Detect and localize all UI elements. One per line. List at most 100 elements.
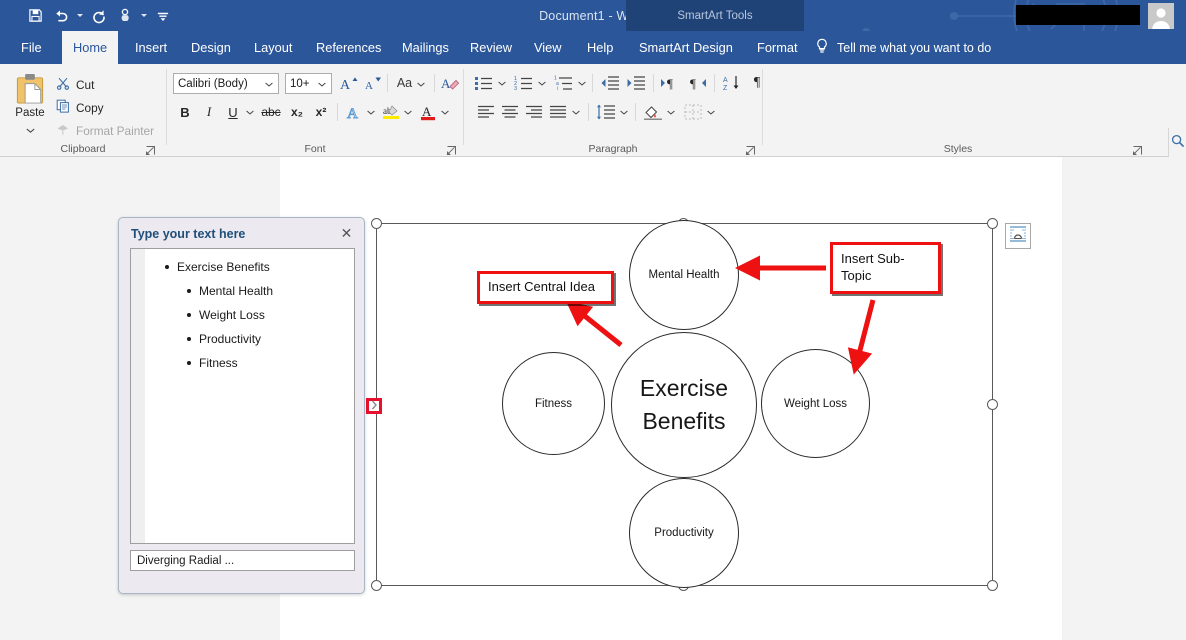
text-pane-body[interactable]: Exercise Benefits Mental Health Weight L… — [130, 248, 355, 544]
borders-dropdown-icon[interactable] — [705, 101, 717, 123]
tab-mailings[interactable]: Mailings — [391, 31, 460, 64]
tab-file[interactable]: File — [10, 31, 53, 64]
resize-handle-middle-right[interactable] — [987, 399, 998, 410]
text-pane-item-exercise-benefits[interactable]: Exercise Benefits — [165, 260, 270, 274]
text-pane-item-productivity[interactable]: Productivity — [187, 332, 261, 346]
tab-references[interactable]: References — [305, 31, 392, 64]
smartart-node-mental-health[interactable]: Mental Health — [629, 220, 739, 330]
underline-dropdown-icon[interactable] — [244, 101, 256, 123]
para-separator-2 — [653, 74, 654, 92]
tab-smartart-design[interactable]: SmartArt Design — [628, 31, 744, 64]
numbering-icon[interactable]: 123 — [512, 72, 536, 94]
shading-dropdown-icon[interactable] — [665, 101, 677, 123]
tab-review[interactable]: Review — [459, 31, 523, 64]
ribbon: Paste Cut Copy Format Painter Clipboard — [0, 64, 1186, 221]
shrink-font-button[interactable]: A — [361, 72, 383, 94]
bullets-icon[interactable] — [472, 72, 496, 94]
bullets-dropdown-icon[interactable] — [496, 72, 508, 94]
copy-label: Copy — [76, 100, 104, 115]
italic-button[interactable]: I — [198, 101, 220, 123]
styles-dialog-launcher-icon[interactable] — [1132, 143, 1143, 156]
customize-qat-icon[interactable] — [150, 3, 176, 28]
tab-view[interactable]: View — [523, 31, 573, 64]
font-name-dropdown-icon[interactable] — [262, 78, 276, 90]
clipboard-dialog-launcher-icon[interactable] — [145, 143, 156, 156]
undo-icon[interactable] — [48, 3, 74, 28]
line-spacing-icon[interactable] — [594, 101, 618, 123]
line-spacing-dropdown-icon[interactable] — [618, 101, 630, 123]
smartart-node-weight-loss[interactable]: Weight Loss — [761, 349, 870, 458]
shading-icon[interactable] — [641, 101, 665, 123]
subscript-button[interactable]: x₂ — [285, 101, 309, 123]
font-color-icon[interactable]: A — [417, 101, 439, 123]
resize-handle-bottom-left[interactable] — [371, 580, 382, 591]
justify-icon[interactable] — [546, 101, 570, 123]
search-icon[interactable] — [1171, 134, 1185, 153]
decrease-indent-icon[interactable] — [598, 72, 622, 94]
grow-font-button[interactable]: A — [337, 72, 359, 94]
align-center-icon[interactable] — [498, 101, 522, 123]
resize-handle-bottom-right[interactable] — [987, 580, 998, 591]
tab-layout[interactable]: Layout — [243, 31, 303, 64]
close-icon[interactable]: ✕ — [338, 225, 355, 242]
font-dialog-launcher-icon[interactable] — [446, 143, 457, 156]
superscript-button[interactable]: x² — [309, 101, 333, 123]
underline-button[interactable]: U — [222, 101, 244, 123]
tab-insert[interactable]: Insert — [124, 31, 178, 64]
rtl-text-icon[interactable]: ¶ — [686, 72, 710, 94]
item-label: Exercise Benefits — [177, 260, 270, 274]
bold-button[interactable]: B — [174, 101, 196, 123]
strikethrough-button[interactable]: abc — [259, 101, 283, 123]
multilevel-dropdown-icon[interactable] — [576, 72, 588, 94]
font-color-dropdown-icon[interactable] — [439, 101, 451, 123]
multilevel-list-icon[interactable]: 1ai — [552, 72, 576, 94]
align-left-icon[interactable] — [474, 101, 498, 123]
increase-indent-icon[interactable] — [624, 72, 648, 94]
tab-design[interactable]: Design — [180, 31, 242, 64]
touch-mode-dropdown-icon[interactable] — [138, 3, 150, 28]
font-size-combobox[interactable]: 10+ — [285, 73, 332, 94]
chevron-right-icon — [371, 397, 378, 415]
borders-icon[interactable] — [681, 101, 705, 123]
save-icon[interactable] — [22, 3, 48, 28]
cut-button[interactable]: Cut — [56, 74, 94, 95]
text-pane-item-fitness[interactable]: Fitness — [187, 356, 238, 370]
font-size-dropdown-icon[interactable] — [315, 78, 329, 90]
tell-me-box[interactable]: Tell me what you want to do — [815, 31, 991, 64]
paragraph-dialog-launcher-icon[interactable] — [745, 143, 756, 156]
tab-format[interactable]: Format — [746, 31, 809, 64]
undo-dropdown-icon[interactable] — [74, 3, 86, 28]
change-case-button[interactable]: Aa — [393, 72, 429, 94]
text-effects-dropdown-icon[interactable] — [365, 101, 377, 123]
align-dropdown-icon[interactable] — [570, 101, 582, 123]
sort-icon[interactable]: AZ — [720, 72, 744, 94]
copy-button[interactable]: Copy — [56, 97, 104, 118]
tab-home[interactable]: Home — [62, 31, 119, 64]
paste-dropdown-icon[interactable] — [25, 120, 35, 138]
layout-options-button[interactable] — [1005, 223, 1031, 249]
smartart-node-fitness[interactable]: Fitness — [502, 352, 605, 455]
resize-handle-top-right[interactable] — [987, 218, 998, 229]
avatar[interactable] — [1148, 3, 1174, 29]
highlight-dropdown-icon[interactable] — [402, 101, 414, 123]
text-effects-icon[interactable]: A — [343, 101, 365, 123]
ltr-text-icon[interactable]: ¶ — [658, 72, 682, 94]
font-name-combobox[interactable]: Calibri (Body) — [173, 73, 279, 94]
change-case-dropdown-icon[interactable] — [417, 76, 425, 90]
clear-formatting-icon[interactable]: A — [439, 72, 461, 94]
paste-button[interactable]: Paste — [8, 72, 52, 138]
redo-icon[interactable] — [86, 3, 112, 28]
format-painter-button[interactable]: Format Painter — [56, 120, 154, 141]
text-pane-item-mental-health[interactable]: Mental Health — [187, 284, 273, 298]
smartart-center-node[interactable]: Exercise Benefits — [611, 332, 757, 478]
tab-help[interactable]: Help — [576, 31, 624, 64]
styles-group-label: Styles — [943, 143, 973, 155]
text-pane-toggle-button[interactable] — [366, 398, 382, 414]
align-right-icon[interactable] — [522, 101, 546, 123]
touch-mode-icon[interactable] — [112, 3, 138, 28]
resize-handle-top-left[interactable] — [371, 218, 382, 229]
smartart-node-productivity[interactable]: Productivity — [629, 478, 739, 588]
text-pane-item-weight-loss[interactable]: Weight Loss — [187, 308, 265, 322]
numbering-dropdown-icon[interactable] — [536, 72, 548, 94]
highlight-color-icon[interactable]: ab — [380, 101, 402, 123]
